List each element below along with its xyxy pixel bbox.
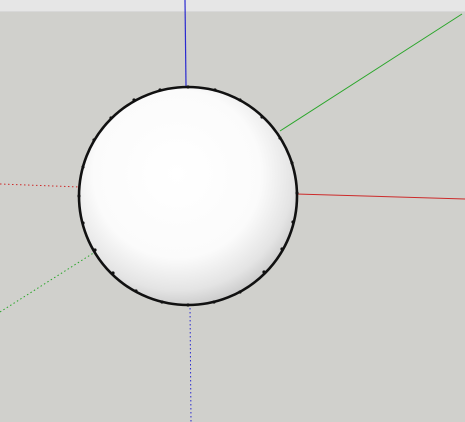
blue-axis-hidden (189, 303, 192, 422)
sphere-model[interactable] (77, 85, 299, 307)
red-axis (295, 193, 465, 200)
red-axis-hidden (0, 183, 81, 188)
blue-axis (184, 0, 187, 87)
green-axis (279, 13, 463, 132)
modeling-viewport[interactable] (0, 0, 465, 422)
3d-scene[interactable] (0, 0, 465, 422)
